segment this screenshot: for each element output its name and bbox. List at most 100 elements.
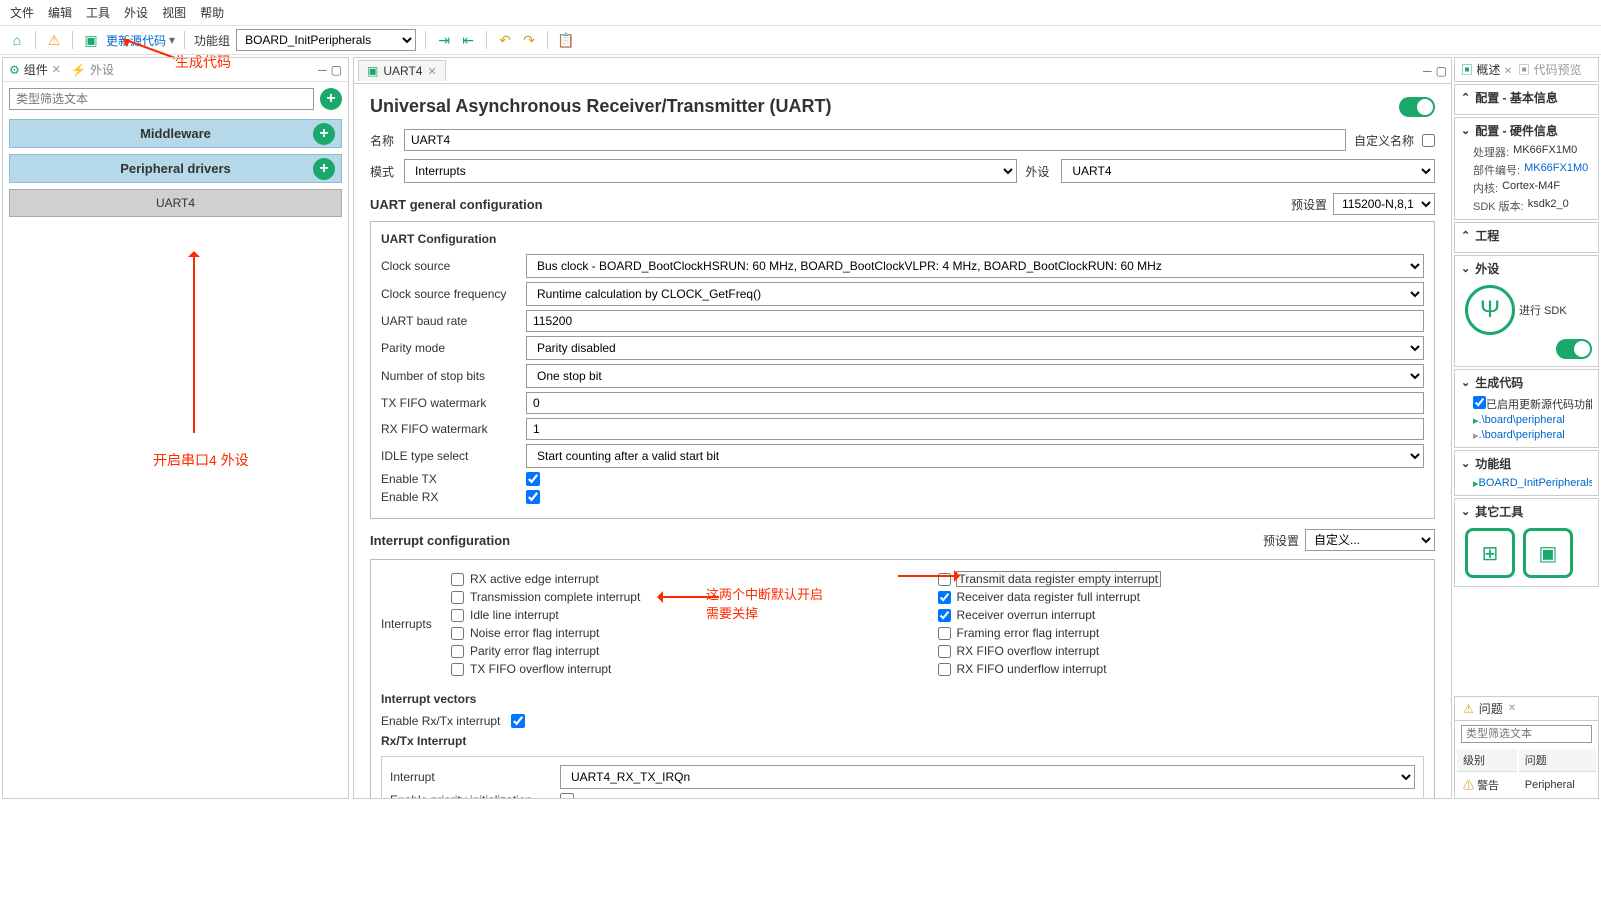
close-icon[interactable]: ✕: [52, 63, 61, 76]
left-panel: ⚙组件✕ ⚡外设 ─ ▢ + Middleware + Peripheral dr…: [2, 57, 349, 799]
clock-freq-select[interactable]: Runtime calculation by CLOCK_GetFreq(): [526, 282, 1424, 306]
int-rxfifo-unf-checkbox[interactable]: [938, 663, 951, 676]
interrupt-select[interactable]: UART4_RX_TX_IRQn: [560, 765, 1415, 789]
drivers-section[interactable]: Peripheral drivers +: [9, 154, 342, 183]
int-preset-select[interactable]: 自定义...: [1305, 529, 1435, 551]
peripheral-toggle[interactable]: [1556, 339, 1592, 359]
baud-input[interactable]: [526, 310, 1424, 332]
clipboard-icon[interactable]: 📋: [557, 31, 575, 49]
rxfifo-input[interactable]: [526, 418, 1424, 440]
menu-peripheral[interactable]: 外设: [124, 4, 148, 21]
uart-config-box: UART Configuration Clock sourceBus clock…: [370, 221, 1435, 519]
add-middleware-button[interactable]: +: [313, 123, 335, 145]
minimize-icon[interactable]: ─: [318, 63, 327, 77]
export-icon[interactable]: ⇤: [459, 31, 477, 49]
warning-icon: ⚠: [1463, 702, 1474, 716]
uart4-item[interactable]: UART4: [9, 189, 342, 217]
peripheral-label: 外设: [1025, 163, 1053, 180]
enable-rxtx-int-checkbox[interactable]: [511, 714, 525, 728]
add-component-button[interactable]: +: [320, 88, 342, 110]
int-tx-complete-checkbox[interactable]: [451, 591, 464, 604]
import-icon[interactable]: ⇥: [435, 31, 453, 49]
update-source-button[interactable]: 更新源代码 ▾: [106, 32, 175, 49]
undo-icon[interactable]: ↶: [496, 31, 514, 49]
hw-info-section[interactable]: 配置 - 硬件信息: [1461, 122, 1592, 139]
usb-icon[interactable]: Ψ: [1465, 285, 1515, 335]
clock-src-select[interactable]: Bus clock - BOARD_BootClockHSRUN: 60 MHz…: [526, 254, 1424, 278]
menu-tools[interactable]: 工具: [86, 4, 110, 21]
clocks-tool-icon[interactable]: ▣: [1523, 528, 1573, 578]
part-link[interactable]: MK66FX1M0: [1524, 162, 1588, 178]
mode-label: 模式: [370, 163, 396, 180]
int-rx-full-checkbox[interactable]: [938, 591, 951, 604]
home-icon[interactable]: ⌂: [8, 31, 26, 49]
minimize-icon[interactable]: ─: [1423, 64, 1432, 78]
arrow-icon: [659, 596, 719, 598]
enable-rx-checkbox[interactable]: [526, 490, 540, 504]
peripheral-select[interactable]: UART4: [1061, 159, 1435, 183]
problem-row[interactable]: ⚠ 警告Peripheral: [1457, 774, 1596, 796]
maximize-icon[interactable]: ▢: [331, 63, 342, 77]
peripherals-tab[interactable]: ⚡外设: [71, 61, 114, 78]
custom-name-checkbox[interactable]: [1422, 134, 1435, 147]
uart4-editor-tab[interactable]: ▣ UART4 ✕: [358, 60, 446, 81]
open-uart-annotation: 开启串口4 外设: [153, 450, 249, 470]
enable-priority-checkbox[interactable]: [560, 793, 574, 798]
close-tab-icon[interactable]: ✕: [427, 65, 436, 78]
parity-select[interactable]: Parity disabled: [526, 336, 1424, 360]
interrupt-cfg-title: Interrupt configuration: [370, 533, 510, 548]
overview-tab[interactable]: ▣ 概述 ✕: [1461, 61, 1512, 78]
custom-name-label: 自定义名称: [1354, 132, 1414, 149]
funcgroup-section[interactable]: 功能组: [1461, 455, 1592, 472]
int-noise-checkbox[interactable]: [451, 627, 464, 640]
gencode-section[interactable]: 生成代码: [1461, 374, 1592, 391]
basic-info-section[interactable]: 配置 - 基本信息: [1461, 89, 1592, 106]
warning-icon[interactable]: ⚠: [45, 31, 63, 49]
middleware-section[interactable]: Middleware +: [9, 119, 342, 148]
enable-toggle[interactable]: [1399, 97, 1435, 117]
int-rx-overrun-checkbox[interactable]: [938, 609, 951, 622]
file2-link[interactable]: .\board\peripheral: [1479, 429, 1565, 442]
int-parity-checkbox[interactable]: [451, 645, 464, 658]
component-filter-input[interactable]: [9, 88, 314, 110]
int-framing-checkbox[interactable]: [938, 627, 951, 640]
uart-config-title: UART Configuration: [381, 232, 1424, 246]
func-group-select[interactable]: BOARD_InitPeripherals: [236, 29, 416, 51]
int-rx-edge-checkbox[interactable]: [451, 573, 464, 586]
gencode-enable-checkbox[interactable]: [1473, 396, 1486, 409]
menu-edit[interactable]: 编辑: [48, 4, 72, 21]
menu-view[interactable]: 视图: [162, 4, 186, 21]
problems-filter-input[interactable]: [1461, 725, 1592, 743]
other-tools-section[interactable]: 其它工具: [1461, 503, 1592, 520]
name-input[interactable]: [404, 129, 1346, 151]
rxtx-interrupt-title: Rx/Tx Interrupt: [381, 734, 1424, 748]
general-cfg-title: UART general configuration: [370, 197, 543, 212]
txfifo-input[interactable]: [526, 392, 1424, 414]
redo-icon[interactable]: ↷: [520, 31, 538, 49]
code-preview-tab[interactable]: ▣ 代码预览: [1518, 61, 1581, 78]
menu-bar: 文件 编辑 工具 外设 视图 帮助: [0, 0, 1601, 26]
enable-tx-checkbox[interactable]: [526, 472, 540, 486]
int-idle-checkbox[interactable]: [451, 609, 464, 622]
components-tab[interactable]: ⚙组件✕: [9, 61, 61, 78]
preset-select[interactable]: 115200-N,8,1: [1333, 193, 1435, 215]
problems-tab[interactable]: 问题: [1479, 700, 1503, 717]
maximize-icon[interactable]: ▢: [1436, 64, 1447, 78]
doc-icon[interactable]: ▣: [82, 31, 100, 49]
func-group-label: 功能组: [194, 32, 230, 49]
peripheral-section[interactable]: 外设: [1461, 260, 1592, 277]
pins-tool-icon[interactable]: ⊞: [1465, 528, 1515, 578]
funcgroup-link[interactable]: BOARD_InitPeripherals: [1479, 477, 1592, 490]
arrow-icon: [898, 575, 958, 577]
file1-link[interactable]: .\board\peripheral: [1479, 414, 1565, 427]
menu-help[interactable]: 帮助: [200, 4, 224, 21]
int-txfifo-ovf-checkbox[interactable]: [451, 663, 464, 676]
int-rxfifo-ovf-checkbox[interactable]: [938, 645, 951, 658]
mode-select[interactable]: Interrupts: [404, 159, 1017, 183]
menu-file[interactable]: 文件: [10, 4, 34, 21]
idle-select[interactable]: Start counting after a valid start bit: [526, 444, 1424, 468]
editor-panel: ▣ UART4 ✕ ─▢ Universal Asynchronous Rece…: [353, 57, 1452, 799]
add-driver-button[interactable]: +: [313, 158, 335, 180]
project-section[interactable]: 工程: [1461, 227, 1592, 244]
stopbits-select[interactable]: One stop bit: [526, 364, 1424, 388]
